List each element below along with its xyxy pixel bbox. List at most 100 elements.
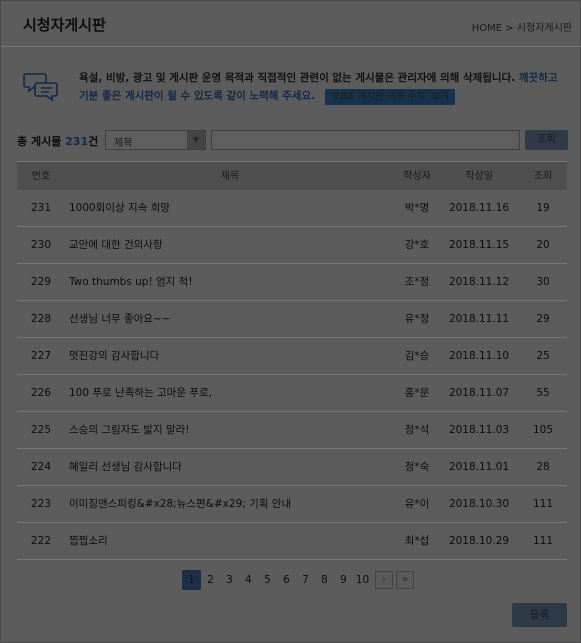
- post-views: 55: [536, 387, 550, 399]
- post-views: 111: [532, 535, 554, 547]
- total-count: 총 게시물 231건: [17, 133, 98, 149]
- post-date: 2018.10.30: [448, 498, 510, 510]
- post-author: 박*명: [404, 202, 430, 214]
- total-label: 총 게시물: [17, 135, 66, 148]
- page-container: 시청자게시판 HOME > 시청자게시판 욕설, 비방, 광고 및 게시판 운영…: [0, 0, 581, 643]
- post-title-link[interactable]: 교안에 대한 건의사항: [65, 227, 395, 263]
- post-date: 2018.11.15: [448, 239, 510, 251]
- table-row[interactable]: 231 1000회이상 지속 희망 박*명 2018.11.16 19: [17, 190, 567, 227]
- post-author: 정*숙: [404, 461, 430, 473]
- post-views: 29: [536, 313, 550, 325]
- post-title-link[interactable]: 멋진강의 감사합니다: [65, 338, 395, 374]
- post-number: 224: [30, 461, 52, 473]
- post-author: 정*석: [404, 424, 430, 436]
- post-author: 홍*문: [404, 387, 430, 399]
- table-header: 번호 제목 작성자 작성일 조회: [17, 161, 567, 190]
- post-title-link[interactable]: 혜일리 선생님 감사합니다: [65, 449, 395, 485]
- page-2[interactable]: 2: [201, 570, 220, 590]
- post-date: 2018.11.10: [448, 350, 510, 362]
- post-title-link[interactable]: 100 푸로 난족하는 고마운 푸로,: [65, 375, 395, 411]
- chevron-down-icon[interactable]: ▼: [187, 131, 205, 149]
- header-author: 작성자: [403, 171, 431, 182]
- post-author: 조*정: [404, 276, 430, 288]
- post-views: 20: [536, 239, 550, 251]
- page-1[interactable]: 1: [182, 570, 201, 590]
- post-title-link[interactable]: 1000회이상 지속 희망: [65, 190, 395, 226]
- table-row[interactable]: 222 찝찝소리 최*섭 2018.10.29 111: [17, 523, 567, 560]
- post-author: 최*섭: [404, 535, 430, 547]
- post-number: 228: [30, 313, 52, 325]
- search-button[interactable]: 조회: [525, 130, 568, 150]
- page-9[interactable]: 9: [334, 570, 353, 590]
- header-number: 번호: [31, 171, 51, 182]
- notice-highlight-1: 깨끗하고: [518, 72, 558, 84]
- page-5[interactable]: 5: [258, 570, 277, 590]
- post-number: 222: [30, 535, 52, 547]
- notice-banner: 욕설, 비방, 광고 및 게시판 운영 목적과 직접적인 관련이 없는 게시물은…: [1, 61, 581, 111]
- page-header: 시청자게시판 HOME > 시청자게시판: [1, 1, 581, 47]
- chat-bubbles-icon: [23, 73, 58, 102]
- post-date: 2018.11.11: [448, 313, 510, 325]
- search-bar: 총 게시물 231건 제목 ▼ 조회: [1, 129, 581, 153]
- notice-text: 욕설, 비방, 광고 및 게시판 운영 목적과 직접적인 관련이 없는 게시물은…: [79, 69, 559, 105]
- post-date: 2018.11.03: [448, 424, 510, 436]
- pagination: 1 2 3 4 5 6 7 8 9 10 ›»: [182, 570, 414, 590]
- post-author: 유*이: [404, 498, 430, 510]
- page-7[interactable]: 7: [296, 570, 315, 590]
- notice-line1: 욕설, 비방, 광고 및 게시판 운영 목적과 직접적인 관련이 없는 게시물은…: [79, 72, 519, 84]
- page-4[interactable]: 4: [239, 570, 258, 590]
- post-date: 2018.11.07: [448, 387, 510, 399]
- page-8[interactable]: 8: [315, 570, 334, 590]
- table-body: 231 1000회이상 지속 희망 박*명 2018.11.16 19 230 교안에 대한…: [17, 190, 567, 560]
- search-input[interactable]: [211, 130, 520, 150]
- post-date: 2018.11.12: [448, 276, 510, 288]
- breadcrumb[interactable]: HOME > 시청자게시판: [472, 19, 572, 34]
- total-unit: 건: [88, 135, 99, 148]
- header-views: 조회: [533, 171, 553, 182]
- write-button[interactable]: 등록: [512, 603, 567, 627]
- post-author: 강*호: [404, 239, 430, 251]
- table-row[interactable]: 227 멋진강의 감사합니다 김*승 2018.11.10 25: [17, 338, 567, 375]
- table-row[interactable]: 229 Two thumbs up! 엄지 척! 조*정 2018.11.12 30: [17, 264, 567, 301]
- header-date: 작성일: [465, 171, 493, 182]
- post-number: 225: [30, 424, 52, 436]
- post-date: 2018.11.16: [448, 202, 510, 214]
- post-table: 번호 제목 작성자 작성일 조회 231 1000회이상 지속 희망 박*명 2018…: [17, 161, 567, 560]
- header-title: 제목: [220, 171, 240, 182]
- post-number: 229: [30, 276, 52, 288]
- page-3[interactable]: 3: [220, 570, 239, 590]
- post-title-link[interactable]: 선생님 너무 좋아요~~: [65, 301, 395, 337]
- page-6[interactable]: 6: [277, 570, 296, 590]
- page-title: 시청자게시판: [23, 16, 106, 34]
- table-row[interactable]: 225 스승의 그림자도 밟지 말라! 정*석 2018.11.03 105: [17, 412, 567, 449]
- page-10[interactable]: 10: [353, 570, 372, 590]
- total-number: 231: [65, 135, 89, 148]
- table-row[interactable]: 228 선생님 너무 좋아요~~ 유*정 2018.11.11 29: [17, 301, 567, 338]
- post-number: 223: [30, 498, 52, 510]
- post-title-link[interactable]: Two thumbs up! 엄지 척!: [65, 264, 395, 300]
- post-views: 105: [532, 424, 554, 436]
- post-author: 김*승: [404, 350, 430, 362]
- post-date: 2018.10.29: [448, 535, 510, 547]
- post-views: 30: [536, 276, 550, 288]
- post-title-link[interactable]: 이미징앤스피킹&#x28;뉴스편&#x29; 기획 안내: [65, 486, 395, 522]
- next-page-icon[interactable]: ›: [375, 571, 393, 589]
- post-views: 28: [536, 461, 550, 473]
- rules-button[interactable]: 'EBS 게시판 이용 수칙' 보기: [324, 89, 456, 105]
- post-views: 25: [536, 350, 550, 362]
- post-author: 유*정: [404, 313, 430, 325]
- post-number: 231: [30, 202, 52, 214]
- post-number: 226: [30, 387, 52, 399]
- table-row[interactable]: 223 이미징앤스피킹&#x28;뉴스편&#x29; 기획 안내 유*이 2018.1…: [17, 486, 567, 523]
- post-title-link[interactable]: 찝찝소리: [65, 523, 395, 559]
- post-number: 230: [30, 239, 52, 251]
- table-row[interactable]: 230 교안에 대한 건의사항 강*호 2018.11.15 20: [17, 227, 567, 264]
- post-title-link[interactable]: 스승의 그림자도 밟지 말라!: [65, 412, 395, 448]
- table-row[interactable]: 226 100 푸로 난족하는 고마운 푸로, 홍*문 2018.11.07 55: [17, 375, 567, 412]
- table-row[interactable]: 224 혜일리 선생님 감사합니다 정*숙 2018.11.01 28: [17, 449, 567, 486]
- search-type-select[interactable]: 제목 ▼: [105, 130, 206, 150]
- post-date: 2018.11.01: [448, 461, 510, 473]
- select-value: 제목: [114, 138, 133, 149]
- last-page-icon[interactable]: »: [396, 571, 414, 589]
- post-views: 19: [536, 202, 550, 214]
